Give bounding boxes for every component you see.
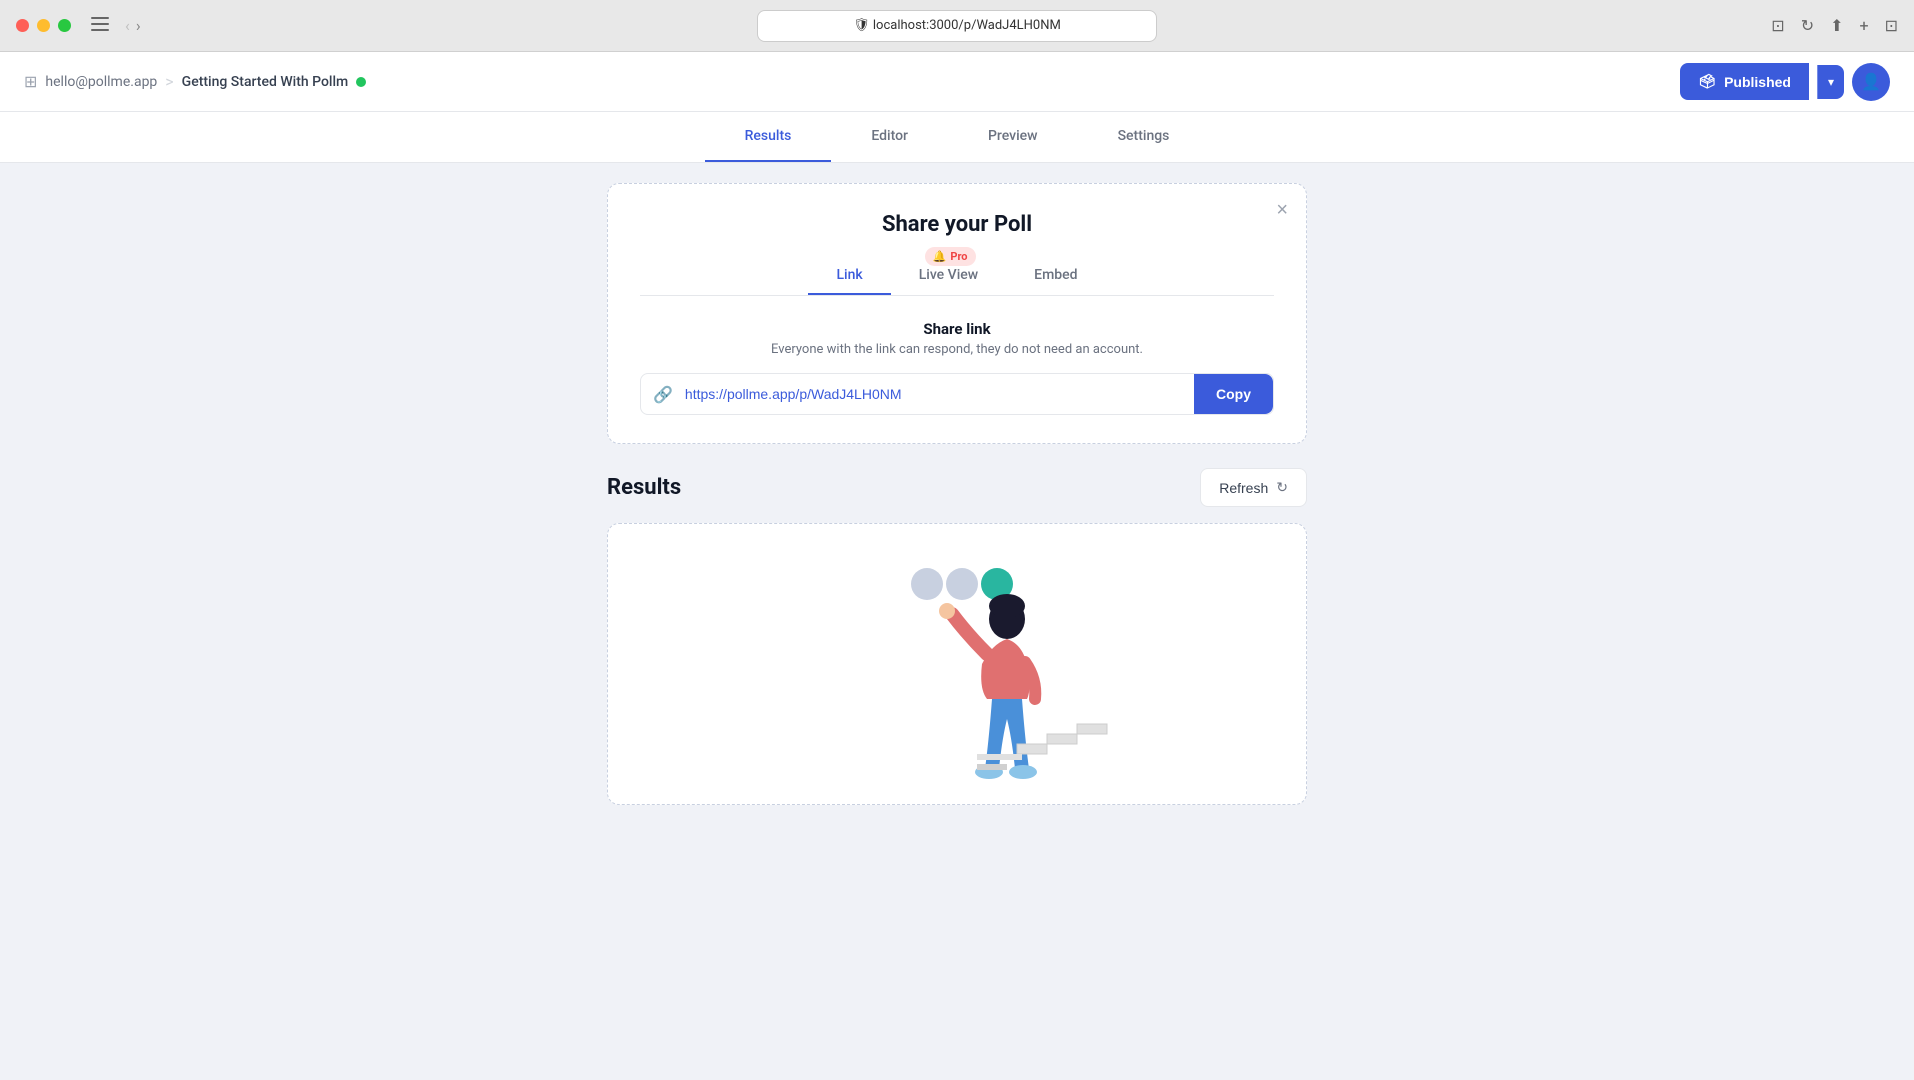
modal-title: Share your Poll — [640, 212, 1274, 237]
avatar-icon: 👤 — [1861, 72, 1881, 91]
title-bar: ‹ › 🛡 localhost:3000/p/WadJ4LH0NM ⊡ ↻ ⬆ … — [0, 0, 1914, 52]
refresh-icon: ↻ — [1276, 479, 1288, 496]
workspace-label[interactable]: hello@pollme.app — [45, 74, 157, 90]
forward-arrow[interactable]: › — [136, 16, 141, 35]
dropdown-arrow-icon: ▾ — [1828, 75, 1834, 89]
modal-card: × Share your Poll Link Live View Embed 🔔… — [607, 183, 1307, 444]
maximize-button[interactable] — [58, 19, 71, 32]
modal-tabs: Link Live View Embed 🔔 Pro — [640, 257, 1274, 296]
back-arrow[interactable]: ‹ — [125, 16, 130, 35]
pollme-icon: 🗳 — [1698, 73, 1716, 90]
traffic-lights — [16, 19, 71, 32]
link-input-row: 🔗 Link copied to your clipboard Copy — [640, 373, 1274, 415]
page-title: Getting Started With Pollm — [182, 74, 349, 90]
tab-settings[interactable]: Settings — [1078, 112, 1210, 162]
published-dropdown-button[interactable]: ▾ — [1817, 65, 1844, 99]
tab-results[interactable]: Results — [705, 112, 832, 162]
share-link-section: Share link Everyone with the link can re… — [640, 320, 1274, 415]
new-tab-icon[interactable]: + — [1860, 16, 1869, 35]
app-header: ⊞ hello@pollme.app > Getting Started Wit… — [0, 52, 1914, 112]
pro-badge-icon: 🔔 — [933, 250, 947, 263]
close-button[interactable] — [16, 19, 29, 32]
sidebar-right-icon[interactable]: ⊡ — [1885, 16, 1898, 35]
share-link-description: Everyone with the link can respond, they… — [640, 342, 1274, 357]
tab-editor[interactable]: Editor — [831, 112, 948, 162]
grid-icon: ⊞ — [24, 72, 37, 91]
breadcrumb-separator: > — [165, 72, 173, 91]
sidebar-toggle[interactable] — [91, 16, 109, 35]
url-text: localhost:3000/p/WadJ4LH0NM — [873, 18, 1061, 33]
tab-results-label: Results — [745, 128, 792, 144]
share-icon[interactable]: ⬆ — [1830, 16, 1843, 35]
share-link-title: Share link — [640, 320, 1274, 338]
modal-close-button[interactable]: × — [1276, 200, 1288, 220]
pro-badge-label: Pro — [950, 250, 967, 263]
copy-label: Copy — [1216, 386, 1251, 402]
modal-tab-link[interactable]: Link — [808, 257, 890, 295]
illustration-area — [608, 524, 1306, 804]
refresh-button[interactable]: Refresh ↻ — [1200, 468, 1307, 507]
screen-record-icon[interactable]: ⊡ — [1771, 16, 1784, 35]
results-section: Results Refresh ↻ — [607, 468, 1307, 805]
breadcrumb: ⊞ hello@pollme.app > Getting Started Wit… — [24, 72, 366, 91]
url-bar[interactable]: 🛡 localhost:3000/p/WadJ4LH0NM — [757, 10, 1157, 42]
empty-state-illustration — [797, 524, 1117, 804]
pro-badge: 🔔 Pro — [925, 247, 976, 266]
main-content: × Share your Poll Link Live View Embed 🔔… — [0, 163, 1914, 825]
published-label: Published — [1724, 74, 1791, 90]
tab-preview[interactable]: Preview — [948, 112, 1078, 162]
reload-icon[interactable]: ↻ — [1801, 16, 1814, 35]
tab-settings-label: Settings — [1118, 128, 1170, 144]
title-bar-right: ⊡ ↻ ⬆ + ⊡ — [1771, 16, 1898, 35]
header-right: 🗳 Published ▾ 👤 — [1680, 63, 1890, 101]
results-heading: Results — [607, 475, 681, 500]
avatar[interactable]: 👤 — [1852, 63, 1890, 101]
refresh-label: Refresh — [1219, 480, 1268, 496]
results-header: Results Refresh ↻ — [607, 468, 1307, 507]
close-icon: × — [1276, 199, 1288, 221]
share-poll-modal: × Share your Poll Link Live View Embed 🔔… — [607, 183, 1307, 444]
status-indicator — [356, 77, 366, 87]
modal-tab-link-label: Link — [836, 267, 862, 283]
copy-button[interactable]: Copy — [1194, 374, 1273, 414]
minimize-button[interactable] — [37, 19, 50, 32]
published-button[interactable]: 🗳 Published — [1680, 63, 1809, 100]
nav-arrows: ‹ › — [125, 16, 141, 35]
results-card — [607, 523, 1307, 805]
link-chain-icon: 🔗 — [641, 385, 685, 404]
tab-preview-label: Preview — [988, 128, 1038, 144]
modal-tab-embed-label: Embed — [1034, 267, 1077, 283]
copy-button-wrapper: Link copied to your clipboard Copy — [1194, 374, 1273, 414]
modal-tab-liveview-label: Live View — [919, 267, 978, 283]
shield-icon: 🛡 — [853, 18, 870, 33]
tabs-bar: Results Editor Preview Settings — [0, 112, 1914, 163]
tab-editor-label: Editor — [871, 128, 908, 144]
modal-tab-embed[interactable]: Embed 🔔 Pro — [1006, 257, 1105, 295]
share-url-input[interactable] — [685, 374, 1194, 414]
